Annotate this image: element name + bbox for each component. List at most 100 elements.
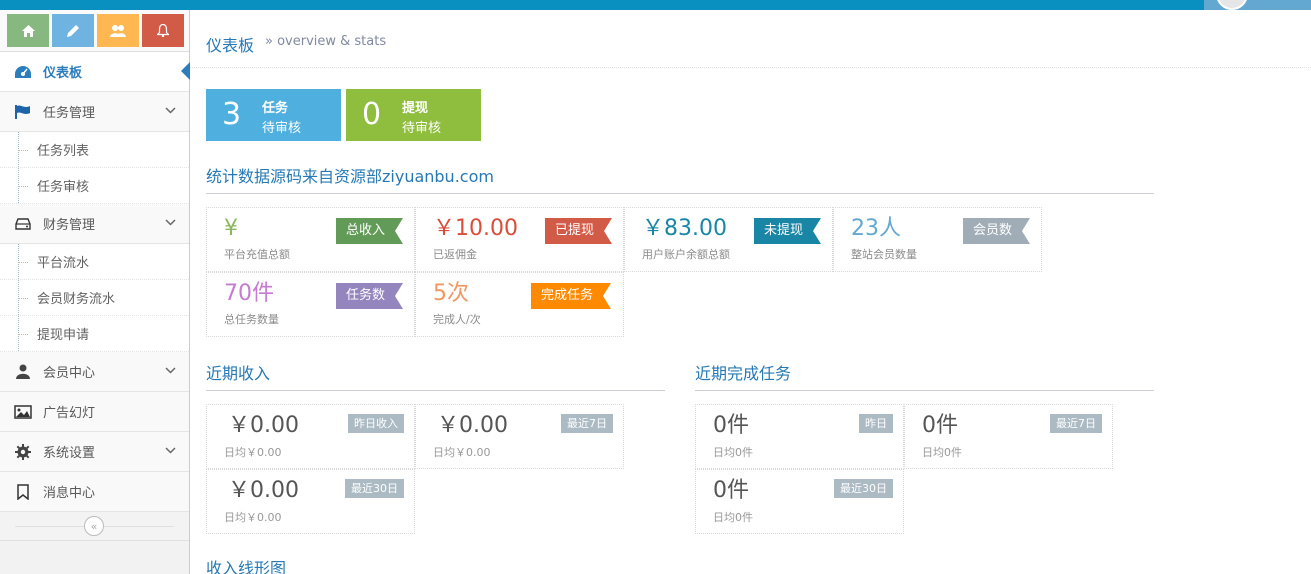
stat-value: 5次 — [433, 281, 469, 306]
chart-section-title: 收入线形图 — [206, 559, 287, 574]
tasks-tag: 昨日 — [859, 414, 893, 433]
stat-badge: 未提现 — [754, 218, 822, 244]
tasks-tag: 最近30日 — [834, 479, 893, 498]
sidebar-subitem-label: 平台流水 — [37, 256, 90, 271]
pencil-icon — [67, 24, 79, 37]
stat-label: 整站会员数量 — [851, 248, 917, 261]
income-daily-avg: 日均￥0.00 — [224, 446, 282, 459]
chevron-down-icon — [165, 447, 176, 454]
stat-value: ￥10.00 — [433, 216, 518, 241]
sidebar-item-member-center[interactable]: 会员中心 — [0, 352, 189, 392]
sidebar-subitem-platform-flow[interactable]: 平台流水 — [0, 244, 189, 280]
stat-label: 用户账户余额总额 — [642, 248, 730, 261]
sidebar-subitem-task-review[interactable]: 任务审核 — [0, 168, 189, 204]
income-tag: 昨日收入 — [348, 414, 404, 433]
sidebar-subitem-label: 任务审核 — [37, 180, 90, 195]
users-icon — [110, 24, 126, 37]
sidebar-subitem-label: 任务列表 — [37, 144, 90, 159]
stat-value: 70件 — [224, 281, 274, 306]
income-daily-avg: 日均￥0.00 — [224, 511, 282, 524]
infobox-label: 提现 — [402, 101, 429, 116]
stat-label: 完成人/次 — [433, 313, 481, 326]
tasks-daily-avg: 日均0件 — [713, 511, 753, 524]
stat-badge: 总收入 — [336, 218, 404, 244]
sidebar-item-label: 会员中心 — [43, 366, 96, 381]
sidebar: 仪表板 任务管理 任务列表 任务审核 财务管理 平台流水 会员财务流水 提现申请… — [0, 10, 190, 574]
sidebar-item-task-management[interactable]: 任务管理 — [0, 92, 189, 132]
sidebar-collapse: « — [0, 512, 189, 541]
tasks-last-7-days: 0件 日均0件 最近7日 — [904, 404, 1113, 469]
tasks-value: 0件 — [713, 413, 749, 438]
gear-icon — [13, 443, 33, 460]
user-menu[interactable] — [1204, 0, 1311, 10]
user-icon — [13, 364, 33, 379]
sidebar-item-system-settings[interactable]: 系统设置 — [0, 432, 189, 472]
stat-not-withdrawn: ￥83.00 用户账户余额总额 未提现 — [624, 207, 833, 272]
sidebar-item-dashboard[interactable]: 仪表板 — [0, 52, 190, 92]
income-tag: 最近30日 — [345, 479, 404, 498]
page-subtitle: » overview & stats — [265, 34, 387, 49]
dashboard-icon — [13, 65, 33, 79]
stat-badge: 会员数 — [963, 218, 1031, 244]
infobox-sublabel: 待审核 — [402, 121, 442, 136]
income-tag: 最近7日 — [561, 414, 613, 433]
chevron-down-icon — [165, 219, 176, 226]
stat-value: ￥83.00 — [642, 216, 727, 241]
home-icon — [21, 24, 35, 37]
income-value: ￥0.00 — [228, 478, 299, 503]
tasks-section-title: 近期完成任务 — [695, 360, 1154, 391]
sidebar-item-message-center[interactable]: 消息中心 — [0, 472, 189, 512]
sidebar-shortcuts — [0, 10, 189, 52]
infobox-pending-withdrawals[interactable]: 0 提现 待审核 — [346, 89, 481, 141]
income-section-title: 近期收入 — [206, 360, 665, 391]
sidebar-item-label: 仪表板 — [43, 66, 83, 81]
page-title: 仪表板 — [206, 36, 255, 55]
chevron-down-icon — [165, 107, 176, 114]
stat-withdrawn: ￥10.00 已返佣金 已提现 — [415, 207, 624, 272]
infobox-sublabel: 待审核 — [262, 121, 302, 136]
picture-icon — [13, 404, 33, 419]
hdd-icon — [13, 217, 33, 230]
income-value: ￥0.00 — [228, 413, 299, 438]
shortcut-home-button[interactable] — [7, 14, 49, 47]
income-last-7-days: ￥0.00 日均￥0.00 最近7日 — [415, 404, 624, 469]
sidebar-item-label: 消息中心 — [43, 486, 96, 501]
shortcut-users-button[interactable] — [97, 14, 139, 47]
sidebar-subitem-label: 会员财务流水 — [37, 292, 116, 307]
income-last-30-days: ￥0.00 日均￥0.00 最近30日 — [206, 469, 415, 534]
stat-badge: 完成任务 — [531, 283, 612, 309]
sidebar-item-ad-slides[interactable]: 广告幻灯 — [0, 392, 189, 432]
page-header: 仪表板 » overview & stats — [190, 10, 1311, 68]
sidebar-subitem-task-list[interactable]: 任务列表 — [0, 132, 189, 168]
sidebar-item-label: 系统设置 — [43, 446, 96, 461]
sidebar-item-finance-management[interactable]: 财务管理 — [0, 204, 189, 244]
bookmark-icon — [13, 483, 33, 500]
tasks-last-30-days: 0件 日均0件 最近30日 — [695, 469, 904, 534]
tasks-tag: 最近7日 — [1050, 414, 1102, 433]
sidebar-subitem-label: 提现申请 — [37, 328, 90, 343]
tasks-daily-avg: 日均0件 — [713, 446, 753, 459]
top-navbar — [0, 0, 1311, 10]
sidebar-item-label: 任务管理 — [43, 106, 96, 121]
collapse-sidebar-button[interactable]: « — [84, 516, 104, 536]
sidebar-item-label: 广告幻灯 — [43, 406, 96, 421]
income-value: ￥0.00 — [437, 413, 508, 438]
tasks-value: 0件 — [713, 478, 749, 503]
shortcut-notifications-button[interactable] — [142, 14, 184, 47]
flag-icon — [13, 104, 33, 119]
shortcut-edit-button[interactable] — [52, 14, 94, 47]
sidebar-subitem-member-finance-flow[interactable]: 会员财务流水 — [0, 280, 189, 316]
income-daily-avg: 日均￥0.00 — [433, 446, 491, 459]
stat-label: 总任务数量 — [224, 313, 279, 326]
infobox-pending-tasks[interactable]: 3 任务 待审核 — [206, 89, 341, 141]
stat-members: 23人 整站会员数量 会员数 — [833, 207, 1042, 272]
avatar[interactable] — [1216, 0, 1248, 10]
stat-badge: 已提现 — [545, 218, 613, 244]
main-content: 仪表板 » overview & stats 3 任务 待审核 0 提现 待审核… — [190, 10, 1311, 574]
double-chevron-left-icon: « — [90, 519, 98, 533]
sidebar-item-label: 财务管理 — [43, 218, 96, 233]
sidebar-subitem-withdraw-apply[interactable]: 提现申请 — [0, 316, 189, 352]
chevron-down-icon — [165, 367, 176, 374]
stats-section-title: 统计数据源码来自资源部ziyuanbu.com — [206, 163, 1154, 194]
infobox-label: 任务 — [262, 101, 289, 116]
